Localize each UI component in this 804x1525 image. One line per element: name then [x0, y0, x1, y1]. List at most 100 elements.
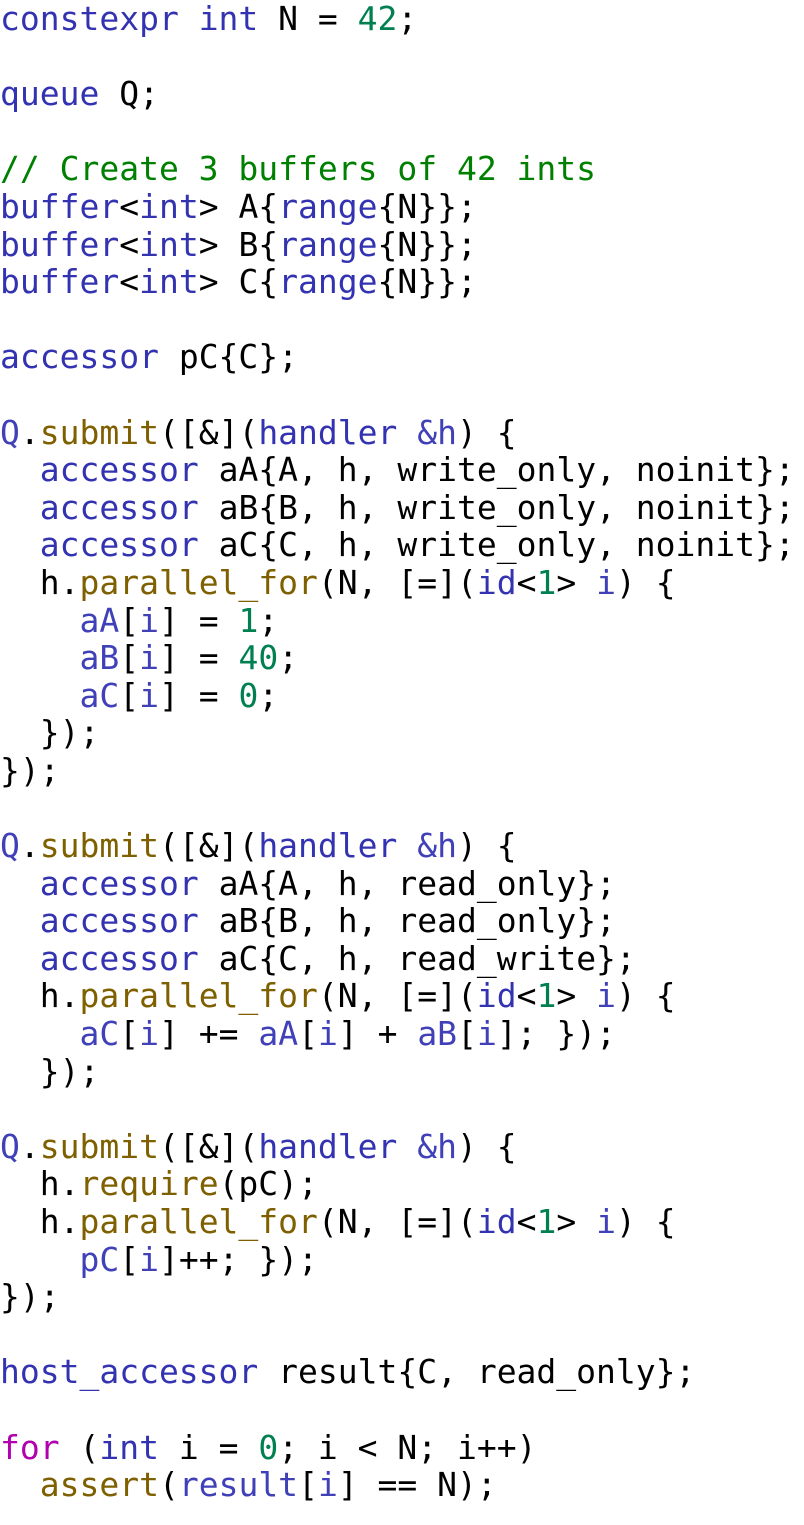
code-line[interactable]: aB[i] = 40; [0, 639, 804, 677]
code-token-keyword: int [198, 0, 259, 38]
code-token-variable: Q [0, 1126, 20, 1166]
code-token-plain: ; [258, 600, 279, 640]
code-token-plain: (N, [=]( [317, 1202, 477, 1241]
code-line[interactable]: constexpr int N = 42; [0, 0, 804, 38]
code-line[interactable]: h.require(pC); [0, 1165, 804, 1203]
code-token-plain: ([&]( [158, 412, 259, 452]
code-line[interactable]: accessor aA{A, h, read_only}; [0, 864, 804, 903]
code-line[interactable] [0, 113, 804, 151]
code-line[interactable]: accessor aC{C, h, read_write}; [0, 940, 804, 978]
code-token-keyword: accessor [39, 487, 199, 527]
code-token-plain: ( [59, 1427, 100, 1467]
code-token-keyword: int [99, 1427, 159, 1467]
code-line[interactable]: Q.submit([&](handler &h) { [0, 412, 804, 452]
code-token-plain: ) { [457, 412, 517, 452]
code-line[interactable]: aA[i] = 1; [0, 600, 804, 640]
code-token-plain: > C{ [198, 262, 279, 302]
code-token-variable: i [139, 1239, 159, 1279]
code-token-plain: ] = [158, 600, 239, 640]
code-token-control: for [0, 1427, 60, 1467]
code-token-function: parallel_for [79, 976, 318, 1016]
code-line[interactable]: accessor aC{C, h, write_only, noinit}; [0, 526, 804, 564]
code-token-number: 1 [536, 1202, 557, 1241]
code-token-keyword: range [278, 186, 378, 226]
code-line[interactable]: host_accessor result{C, read_only}; [0, 1353, 804, 1391]
code-token-plain: ]; }); [496, 1014, 617, 1054]
code-line[interactable]: buffer<int> B{range{N}}; [0, 224, 804, 264]
code-token-number: 1 [536, 562, 557, 602]
code-token-number: 1 [536, 976, 557, 1016]
code-token-variable: pC [79, 1239, 120, 1279]
code-line[interactable]: h.parallel_for(N, [=](id<1> i) { [0, 977, 804, 1015]
code-line[interactable]: pC[i]++; }); [0, 1239, 804, 1279]
code-line[interactable]: buffer<int> C{range{N}}; [0, 263, 804, 301]
code-token-plain: aB{B, h, write_only, noinit}; [198, 487, 795, 527]
code-token-plain: . [19, 412, 40, 452]
code-token-plain: h. [0, 1164, 80, 1204]
code-line[interactable]: Q.submit([&](handler &h) { [0, 827, 804, 865]
code-token-plain: > B{ [198, 224, 279, 264]
code-line[interactable]: accessor aB{B, h, read_only}; [0, 902, 804, 940]
code-token-plain: < [516, 976, 537, 1016]
code-token-plain: N = [258, 0, 358, 38]
code-token-variable: i [317, 1014, 338, 1054]
code-token-plain: ) { [615, 1202, 676, 1241]
code-line[interactable]: }); [0, 1052, 804, 1091]
code-token-variable: aC [79, 675, 120, 715]
code-token-variable: aC [79, 1014, 120, 1054]
code-line[interactable]: accessor aB{B, h, write_only, noinit}; [0, 487, 804, 527]
code-token-keyword: range [278, 262, 378, 302]
code-line[interactable]: accessor aA{A, h, write_only, noinit}; [0, 451, 804, 489]
code-line[interactable]: h.parallel_for(N, [=](id<1> i) { [0, 1203, 804, 1241]
code-line[interactable]: for (int i = 0; i < N; i++) [0, 1427, 804, 1467]
code-line[interactable]: h.parallel_for(N, [=](id<1> i) { [0, 564, 804, 602]
code-line[interactable] [0, 1391, 804, 1429]
code-line[interactable] [0, 1316, 804, 1354]
code-token-plain: < [516, 1202, 537, 1241]
code-line[interactable]: // Create 3 buffers of 42 ints [0, 150, 804, 188]
code-token-plain: ; i < N; i++) [278, 1427, 537, 1467]
code-line[interactable] [0, 301, 804, 339]
code-line[interactable]: }); [0, 714, 804, 752]
code-token-plain: aA{A, h, write_only, noinit}; [198, 450, 795, 490]
code-token-function: submit [39, 826, 159, 866]
code-token-function: require [79, 1164, 219, 1204]
code-line[interactable]: Q.submit([&](handler &h) { [0, 1128, 804, 1166]
code-token-plain: [ [298, 1014, 318, 1054]
code-token-variable: i [139, 1014, 159, 1054]
code-token-plain: ( [158, 1465, 179, 1505]
code-line[interactable] [0, 789, 804, 827]
code-token-plain: ) { [615, 976, 676, 1016]
code-token-plain: h. [0, 976, 80, 1016]
code-token-function: parallel_for [79, 562, 318, 602]
code-line[interactable]: }); [0, 752, 804, 790]
code-line[interactable]: }); [0, 1278, 804, 1316]
code-token-plain: ] = [158, 675, 239, 715]
code-token-keyword: accessor [39, 525, 199, 565]
code-line[interactable]: buffer<int> A{range{N}}; [0, 188, 804, 226]
code-line[interactable]: accessor pC{C}; [0, 338, 804, 376]
code-token-plain: (N, [=]( [317, 976, 477, 1016]
code-line[interactable]: aC[i] = 0; [0, 675, 804, 715]
code-line[interactable] [0, 38, 804, 76]
code-line[interactable]: aC[i] += aA[i] + aB[i]; }); [0, 1015, 804, 1053]
code-token-keyword: int [139, 224, 199, 264]
code-token-variable: &h [417, 826, 458, 866]
code-token-plain: {N}}; [377, 262, 477, 302]
code-line[interactable] [0, 376, 804, 414]
code-line[interactable]: queue Q; [0, 75, 804, 113]
code-line[interactable]: assert(result[i] == N); [0, 1466, 804, 1504]
code-token-plain: ([&]( [158, 826, 259, 866]
code-listing[interactable]: constexpr int N = 42; queue Q; // Create… [0, 0, 804, 1504]
code-line[interactable] [0, 1090, 804, 1128]
code-token-keyword: range [278, 224, 378, 264]
code-token-variable: Q [0, 412, 20, 452]
